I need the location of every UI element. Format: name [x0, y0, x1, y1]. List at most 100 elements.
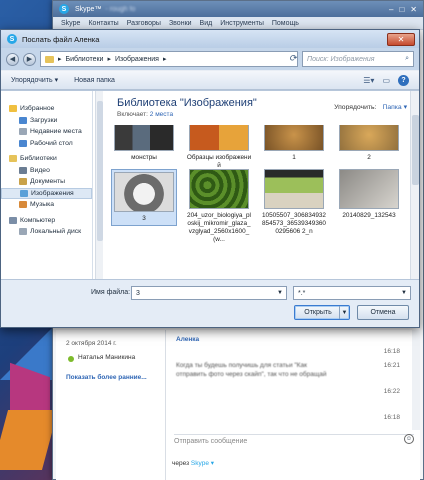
file-view: Библиотека "Изображения" Включает: 2 мес…	[105, 91, 419, 280]
scroll-thumb[interactable]	[412, 115, 419, 185]
nav-item-icon	[19, 116, 27, 124]
message: Когда ты будешь получишь для статьи "Как	[176, 362, 307, 369]
file-item[interactable]: 2	[336, 125, 402, 162]
nav-item[interactable]: Локальный диск	[1, 226, 92, 238]
open-button[interactable]: Открыть ▼	[294, 305, 350, 320]
file-thumbnail	[264, 125, 324, 151]
navigation-pane: Избранное Загрузки Недавние места Рабочий с…	[1, 91, 93, 280]
nav-item-icon	[9, 105, 17, 113]
dialog-footer: Имя файла: 3 ▼ *.* ▼ Открыть ▼ Отмена	[1, 279, 419, 327]
dialog-close-button[interactable]: ✕	[387, 32, 415, 46]
nav-item[interactable]: Компьютер	[1, 215, 92, 227]
menu-tools[interactable]: Инструменты	[220, 20, 264, 27]
includes-link[interactable]: 2 места	[150, 111, 173, 118]
organize-button[interactable]: Упорядочить ▾	[11, 76, 58, 84]
nav-item[interactable]: Изображения	[1, 187, 92, 199]
dialog-toolbar: Упорядочить ▾ Новая папка ☰▾ ▭ ?	[1, 70, 419, 90]
window-buttons: – □ ✕	[389, 5, 423, 14]
nav-item-label: Избранное	[20, 105, 55, 113]
nav-item-label: Видео	[30, 166, 50, 174]
conversation-date: 2 октября 2014 г.	[66, 340, 117, 347]
skype-logo-icon: S	[59, 4, 69, 14]
includes-label: Включает:	[117, 111, 148, 118]
file-name: 2	[367, 154, 371, 161]
file-name: монстры	[131, 154, 157, 161]
dialog-title: Послать файл Аленка	[22, 34, 100, 44]
file-item[interactable]: 3	[111, 169, 177, 226]
refresh-icon[interactable]: ⟳	[289, 53, 297, 64]
nav-scrollbar[interactable]	[95, 91, 103, 280]
open-split-icon[interactable]: ▼	[339, 306, 349, 319]
minimize-icon[interactable]: –	[389, 5, 393, 14]
help-icon[interactable]: ?	[398, 74, 409, 86]
emoticon-icon[interactable]: ☺	[404, 434, 414, 444]
menu-skype[interactable]: Skype	[61, 20, 80, 27]
nav-item-label: Недавние места	[30, 128, 82, 136]
cancel-button[interactable]: Отмена	[357, 305, 409, 320]
chevron-down-icon[interactable]: ▼	[277, 290, 283, 296]
breadcrumb-separator: ▸	[107, 56, 111, 63]
menu-calls[interactable]: Звонки	[169, 20, 192, 27]
file-item[interactable]: 204_uzor_biologiya_ploskij_mikromir_glaz…	[186, 169, 252, 244]
file-item[interactable]: 1	[261, 125, 327, 162]
back-icon[interactable]: ◀	[6, 52, 19, 66]
new-folder-button[interactable]: Новая папка	[74, 77, 115, 84]
nav-item[interactable]: Музыка	[1, 199, 92, 211]
nav-item-label: Локальный диск	[30, 228, 82, 236]
filename-value: 3	[136, 289, 140, 297]
view-options-icon[interactable]: ☰▾	[363, 76, 374, 85]
nav-item-label: Музыка	[30, 201, 55, 209]
message-time: 16:21	[383, 362, 400, 369]
nav-item[interactable]: Загрузки	[1, 115, 92, 127]
file-item[interactable]: 20140829_132543	[336, 169, 402, 220]
desktop-shape	[0, 410, 59, 470]
menu-conversations[interactable]: Разговоры	[127, 20, 161, 27]
nav-item[interactable]: Библиотеки	[1, 153, 92, 165]
filename-input[interactable]: 3 ▼	[131, 286, 287, 300]
arrange-dropdown[interactable]: Папка ▾	[382, 104, 407, 111]
nav-item[interactable]: Видео	[1, 165, 92, 177]
preview-pane-icon[interactable]: ▭	[382, 76, 390, 85]
filetype-select[interactable]: *.* ▼	[293, 286, 411, 300]
search-input[interactable]: ⟳ Поиск: Изображения ⌕	[289, 51, 414, 67]
nav-item[interactable]: Недавние места	[1, 126, 92, 138]
file-item[interactable]: Образцы изображений	[186, 125, 252, 170]
search-icon: ⌕	[405, 55, 409, 62]
contact-name[interactable]: Наталья Маникина	[78, 354, 135, 361]
send-file-dialog: S Послать файл Аленка ✕ ◀ ▶ ▸ Библиотеки…	[0, 29, 420, 328]
menu-contacts[interactable]: Контакты	[88, 20, 118, 27]
breadcrumb-libraries[interactable]: Библиотеки	[66, 56, 104, 63]
address-row: ◀ ▶ ▸ Библиотеки ▸ Изображения ▸ ⟳ Поиск…	[1, 48, 419, 70]
show-earlier-link[interactable]: Показать более ранние...	[66, 374, 147, 381]
scroll-thumb[interactable]	[97, 101, 103, 241]
file-name: 20140829_132543	[342, 212, 396, 219]
nav-item[interactable]: Рабочий стол	[1, 138, 92, 150]
address-bar[interactable]: ▸ Библиотеки ▸ Изображения ▸	[40, 51, 298, 67]
via-service[interactable]: Skype ▾	[191, 460, 214, 467]
forward-icon[interactable]: ▶	[23, 52, 36, 66]
file-thumbnail	[264, 169, 324, 209]
nav-item[interactable]: Избранное	[1, 103, 92, 115]
breadcrumb-images[interactable]: Изображения	[115, 56, 159, 63]
nav-item[interactable]: Документы	[1, 176, 92, 188]
message-input[interactable]: Отправить сообщение	[174, 434, 414, 448]
chat-scrollbar[interactable]	[412, 330, 420, 430]
nav-item-label: Рабочий стол	[30, 139, 73, 147]
chevron-down-icon[interactable]: ▼	[401, 290, 407, 296]
file-name: Образцы изображений	[186, 154, 252, 169]
send-via[interactable]: через Skype ▾	[172, 459, 214, 467]
file-name: 1	[292, 154, 296, 161]
menu-help[interactable]: Помощь	[272, 20, 299, 27]
maximize-icon[interactable]: □	[399, 5, 404, 14]
arrange-label: Упорядочить:	[334, 104, 377, 111]
files-scrollbar[interactable]	[410, 91, 419, 280]
breadcrumb-separator: ▸	[58, 56, 62, 63]
close-icon[interactable]: ✕	[410, 5, 417, 14]
skype-logo-icon: S	[7, 34, 17, 44]
file-name: 3	[142, 215, 146, 222]
file-item[interactable]: 10505507_306834932854573_365393493600295…	[261, 169, 327, 236]
file-item[interactable]: монстры	[111, 125, 177, 162]
message-text: отправить фото через скайп", так что не …	[176, 371, 327, 378]
menu-view[interactable]: Вид	[200, 20, 213, 27]
library-title: Библиотека "Изображения"	[117, 97, 257, 109]
